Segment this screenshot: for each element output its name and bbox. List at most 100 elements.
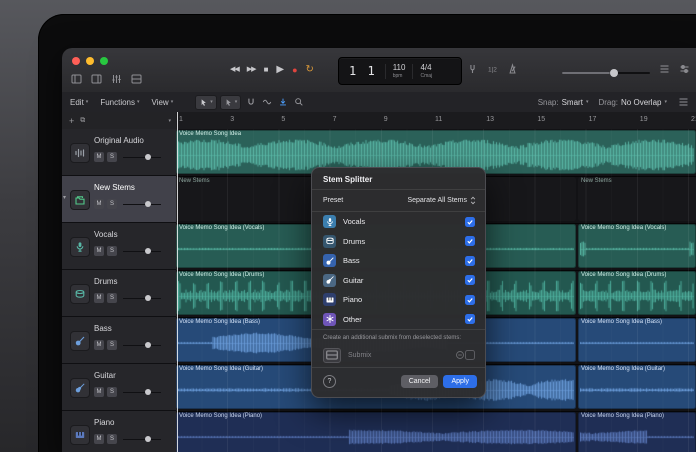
preset-popup[interactable]: Separate All Stems bbox=[407, 196, 476, 205]
command-click-tool-menu[interactable]: ▾ bbox=[219, 94, 242, 110]
drag-value: No Overlap bbox=[621, 97, 662, 107]
stop-button[interactable]: ■ bbox=[264, 61, 269, 79]
audio-region[interactable]: Voice Memo Song Idea (Drums) bbox=[578, 271, 696, 315]
audio-region[interactable]: Voice Memo Song Idea (Piano) bbox=[176, 412, 576, 452]
mute-button[interactable]: M bbox=[94, 152, 104, 162]
menu-functions[interactable]: Functions ▾ bbox=[100, 98, 139, 107]
audio-region[interactable]: Voice Memo Song Idea (Guitar) bbox=[578, 365, 696, 409]
master-volume-slider[interactable] bbox=[562, 69, 650, 77]
waveform bbox=[580, 233, 694, 265]
solo-button[interactable]: S bbox=[107, 199, 117, 209]
metronome-icon[interactable] bbox=[506, 63, 519, 75]
controls-icon[interactable] bbox=[678, 63, 691, 75]
menu-view[interactable]: View ▾ bbox=[152, 98, 174, 107]
playhead[interactable] bbox=[177, 112, 178, 452]
submix-icon bbox=[323, 347, 341, 363]
stem-checkbox[interactable] bbox=[465, 314, 475, 325]
volume-slider[interactable] bbox=[123, 388, 161, 397]
mute-button[interactable]: M bbox=[94, 246, 104, 256]
master-volume-knob[interactable] bbox=[610, 69, 619, 77]
laptop-screen-bezel: ◀◀ ▶▶ ■ ▶ ● ↻ 1 1 110 bpm 4/4 Cmaj 1|2 E… bbox=[38, 14, 696, 452]
volume-slider[interactable] bbox=[123, 294, 161, 303]
solo-button[interactable]: S bbox=[107, 434, 117, 444]
audio-region[interactable]: Voice Memo Song Idea (Vocals) bbox=[578, 224, 696, 268]
solo-button[interactable]: S bbox=[107, 293, 117, 303]
volume-slider[interactable] bbox=[123, 153, 161, 162]
list-icon[interactable] bbox=[658, 63, 671, 75]
count-in-icon[interactable]: 1|2 bbox=[486, 63, 499, 75]
playhead-position: 1 1 bbox=[349, 64, 377, 78]
stem-checkbox[interactable] bbox=[465, 216, 475, 227]
cancel-button[interactable]: Cancel bbox=[400, 374, 439, 388]
editors-icon[interactable] bbox=[130, 73, 143, 85]
volume-slider[interactable] bbox=[123, 435, 161, 444]
add-track-button[interactable]: + bbox=[69, 116, 74, 126]
chevron-down-icon: ▾ bbox=[85, 99, 89, 105]
track-header-new-stems[interactable]: ▾ New Stems M S bbox=[62, 176, 176, 223]
tuner-icon[interactable] bbox=[466, 63, 479, 75]
mute-button[interactable]: M bbox=[94, 387, 104, 397]
menu-edit[interactable]: Edit ▾ bbox=[70, 98, 88, 107]
flex-mode-icon[interactable] bbox=[260, 96, 273, 109]
list-editors-icon[interactable] bbox=[677, 96, 690, 108]
stem-checkbox[interactable] bbox=[465, 255, 475, 266]
mixer-icon[interactable] bbox=[110, 73, 123, 85]
drag-menu[interactable]: Drag: No Overlap ▾ bbox=[598, 98, 667, 107]
bar-ruler[interactable]: 13579111315171921 bbox=[176, 112, 696, 130]
record-button[interactable]: ● bbox=[292, 61, 297, 79]
track-header-vocals[interactable]: Vocals M S bbox=[62, 223, 176, 270]
rewind-button[interactable]: ◀◀ bbox=[230, 61, 240, 79]
track-header-original-audio[interactable]: Original Audio M S bbox=[62, 129, 176, 176]
zoom-button[interactable] bbox=[100, 57, 108, 65]
track-header-guitar[interactable]: Guitar M S bbox=[62, 364, 176, 411]
submix-remove-icon[interactable] bbox=[455, 350, 465, 360]
disclosure-triangle-icon[interactable]: ▾ bbox=[63, 194, 66, 201]
left-click-tool-menu[interactable]: ▾ bbox=[195, 94, 217, 110]
mute-button[interactable]: M bbox=[94, 434, 104, 444]
forward-button[interactable]: ▶▶ bbox=[247, 61, 257, 79]
stem-checkbox[interactable] bbox=[465, 275, 475, 286]
audio-region[interactable]: Voice Memo Song Idea (Piano) bbox=[578, 412, 696, 452]
cycle-button[interactable]: ↻ bbox=[306, 61, 314, 79]
submix-checkbox[interactable] bbox=[465, 350, 475, 361]
volume-slider[interactable] bbox=[123, 341, 161, 350]
stem-name: Other bbox=[343, 314, 362, 324]
volume-slider[interactable] bbox=[123, 247, 161, 256]
track-header-drums[interactable]: Drums M S bbox=[62, 270, 176, 317]
solo-button[interactable]: S bbox=[107, 340, 117, 350]
snap-mode-icon[interactable] bbox=[244, 96, 257, 109]
solo-button[interactable]: S bbox=[107, 152, 117, 162]
menu-label: Functions bbox=[100, 97, 135, 107]
stem-checkbox[interactable] bbox=[465, 236, 475, 247]
timesig-display[interactable]: 4/4 Cmaj bbox=[412, 63, 439, 79]
stem-name: Piano bbox=[343, 295, 363, 305]
lcd-display[interactable]: 1 1 110 bpm 4/4 Cmaj bbox=[338, 57, 462, 85]
mute-button[interactable]: M bbox=[94, 199, 104, 209]
catch-playhead-icon[interactable] bbox=[276, 96, 289, 109]
minimize-button[interactable] bbox=[86, 57, 94, 65]
drum-icon bbox=[70, 284, 90, 304]
chevron-up-down-icon bbox=[470, 196, 476, 205]
duplicate-track-button[interactable]: ⧉ bbox=[80, 117, 85, 125]
snap-menu[interactable]: Snap: Smart ▾ bbox=[538, 98, 589, 107]
help-button[interactable]: ? bbox=[323, 374, 336, 388]
mute-button[interactable]: M bbox=[94, 340, 104, 350]
close-button[interactable] bbox=[72, 57, 80, 65]
inspector-icon[interactable] bbox=[90, 73, 103, 85]
region-label: New Stems bbox=[581, 178, 612, 184]
stem-checkbox[interactable] bbox=[465, 294, 475, 305]
library-icon[interactable] bbox=[70, 73, 83, 85]
waveform-zoom-icon[interactable] bbox=[292, 96, 305, 109]
audio-region[interactable]: New Stems bbox=[578, 177, 696, 221]
mute-button[interactable]: M bbox=[94, 293, 104, 303]
volume-slider[interactable] bbox=[123, 200, 161, 209]
apply-button[interactable]: Apply bbox=[443, 374, 477, 388]
track-header-bass[interactable]: Bass M S bbox=[62, 317, 176, 364]
play-button[interactable]: ▶ bbox=[276, 61, 284, 79]
track-header-piano[interactable]: Piano M S bbox=[62, 411, 176, 452]
solo-button[interactable]: S bbox=[107, 246, 117, 256]
track-sort-chevron-icon[interactable]: ▾ bbox=[168, 118, 171, 124]
solo-button[interactable]: S bbox=[107, 387, 117, 397]
tempo-display[interactable]: 110 bpm bbox=[384, 63, 413, 79]
audio-region[interactable]: Voice Memo Song Idea (Bass) bbox=[578, 318, 696, 362]
